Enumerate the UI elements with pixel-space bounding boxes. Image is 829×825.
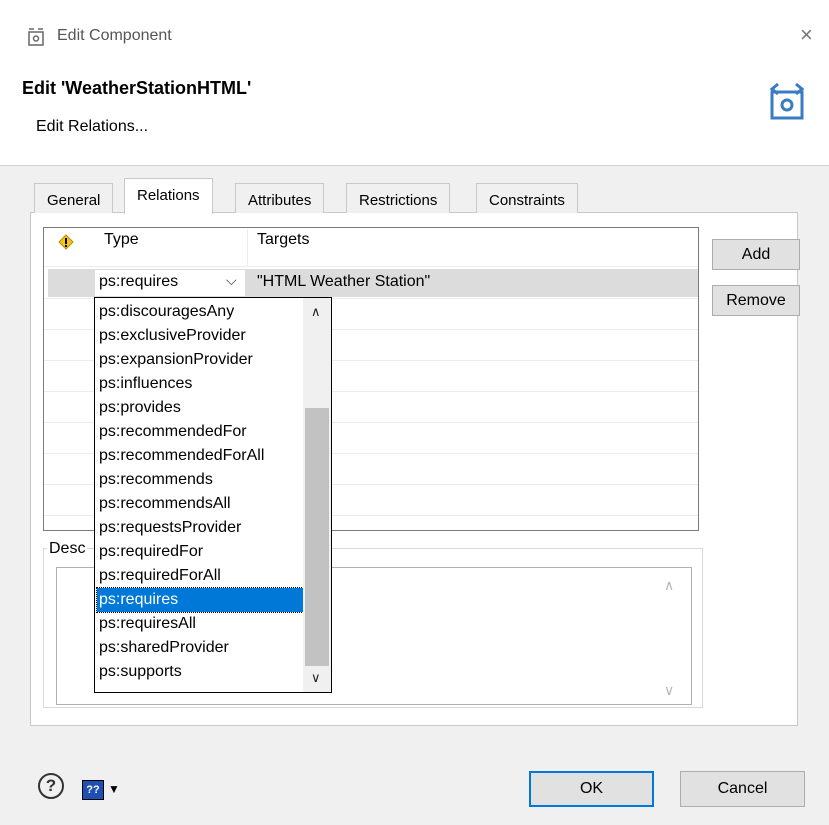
type-dropdown-list[interactable]: ps:discouragesAny ps:exclusiveProvider p…	[94, 297, 332, 693]
dropdown-option[interactable]: ps:discouragesAny	[97, 300, 303, 324]
dropdown-option[interactable]: ps:requiresAll	[97, 612, 303, 636]
context-help-icon[interactable]: ??	[82, 780, 104, 800]
dropdown-option[interactable]: ps:sharedProvider	[97, 636, 303, 660]
dropdown-option[interactable]: ps:requestsProvider	[97, 516, 303, 540]
component-banner-icon	[769, 82, 805, 120]
window-title: Edit Component	[57, 27, 172, 44]
warning-icon	[58, 234, 74, 250]
description-label: Desc	[47, 540, 88, 558]
tab-attributes[interactable]: Attributes	[235, 183, 325, 213]
dropdown-option[interactable]: ps:provides	[97, 396, 303, 420]
dropdown-option[interactable]: ps:supports	[97, 660, 303, 684]
column-divider	[247, 229, 248, 267]
ok-button[interactable]: OK	[529, 771, 654, 807]
tab-restrictions[interactable]: Restrictions	[346, 183, 451, 213]
component-icon	[28, 28, 44, 46]
column-header-type[interactable]: Type	[104, 231, 139, 249]
dropdown-option[interactable]: ps:requiredForAll	[97, 564, 303, 588]
add-button[interactable]: Add	[712, 239, 800, 270]
row-divider	[44, 266, 698, 267]
chevron-down-icon[interactable]: ⌵	[226, 272, 237, 289]
dropdown-scrollbar[interactable]: ∧ ∨	[303, 298, 331, 692]
type-combo[interactable]: ps:requires	[95, 270, 245, 296]
dropdown-option[interactable]: ps:recommendsAll	[97, 492, 303, 516]
dropdown-option[interactable]: ps:expansionProvider	[97, 348, 303, 372]
tab-general[interactable]: General	[34, 183, 114, 213]
dropdown-option[interactable]: ps:recommendedFor	[97, 420, 303, 444]
scroll-down-icon[interactable]: ∨	[311, 670, 321, 686]
dropdown-option[interactable]: ps:exclusiveProvider	[97, 324, 303, 348]
tab-relations[interactable]: Relations	[124, 178, 213, 214]
tab-constraints[interactable]: Constraints	[476, 183, 578, 213]
dialog-subtitle: Edit Relations...	[36, 118, 149, 135]
dropdown-option[interactable]: ps:influences	[97, 372, 303, 396]
dropdown-option[interactable]: ps:requiredFor	[97, 540, 303, 564]
dropdown-option[interactable]: ps:recommendedForAll	[97, 444, 303, 468]
scroll-down-icon[interactable]: ∨	[664, 682, 674, 699]
remove-button[interactable]: Remove	[712, 285, 800, 316]
scroll-up-icon[interactable]: ∧	[664, 577, 674, 594]
close-icon[interactable]: ×	[800, 23, 813, 47]
dialog-title: Edit 'WeatherStationHTML'	[22, 78, 252, 98]
targets-cell[interactable]: "HTML Weather Station"	[257, 273, 430, 291]
scrollbar-thumb[interactable]	[305, 408, 329, 666]
dropdown-option-selected[interactable]: ps:requires	[96, 587, 304, 613]
dropdown-arrow-icon[interactable]: ▼	[108, 782, 120, 796]
dropdown-option[interactable]: ps:recommends	[97, 468, 303, 492]
help-icon[interactable]: ?	[38, 773, 64, 799]
column-header-targets[interactable]: Targets	[257, 231, 309, 249]
cancel-button[interactable]: Cancel	[680, 771, 805, 807]
scroll-up-icon[interactable]: ∧	[311, 304, 321, 320]
